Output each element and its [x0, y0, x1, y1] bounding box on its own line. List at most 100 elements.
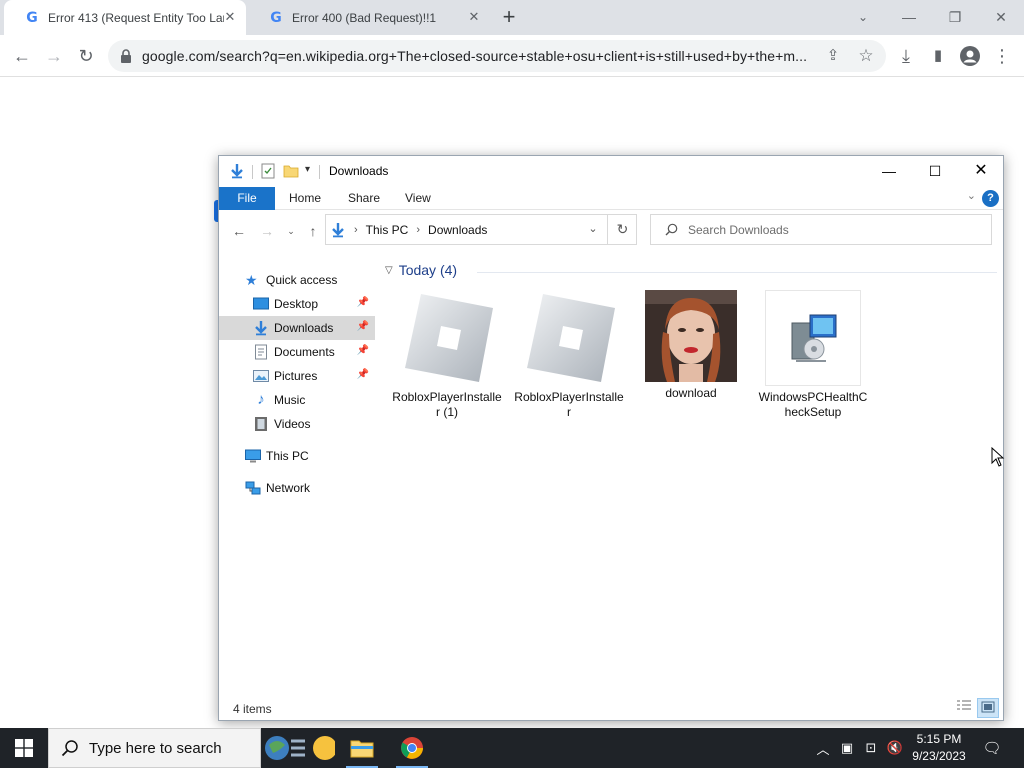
- address-history-dropdown-icon[interactable]: ⌄: [580, 215, 606, 244]
- share-icon[interactable]: ⇪: [821, 44, 845, 68]
- nav-item-network[interactable]: Network: [219, 476, 375, 500]
- restore-button[interactable]: ❐: [941, 5, 969, 29]
- address-bar[interactable]: google.com/search?q=en.wikipedia.org+The…: [108, 40, 886, 72]
- taskbar-search-text: Type here to search: [89, 739, 222, 757]
- breadcrumb-chevron-icon[interactable]: ›: [416, 224, 420, 236]
- chrome-taskbar-icon[interactable]: [388, 728, 436, 768]
- explorer-forward-button[interactable]: →: [259, 222, 275, 240]
- chrome-menu-icon[interactable]: ⋮: [988, 43, 1016, 69]
- taskbar-search-box[interactable]: Type here to search: [48, 728, 261, 768]
- status-item-count: 4 items: [233, 702, 272, 716]
- file-item[interactable]: RobloxPlayerInstaller: [513, 290, 625, 420]
- file-item[interactable]: WindowsPCHealthCheckSetup: [757, 290, 869, 420]
- customize-quick-access-icon[interactable]: ▾: [305, 164, 310, 175]
- downloads-location-icon: [332, 222, 344, 237]
- show-hidden-icons-chevron-icon[interactable]: ︿: [811, 728, 835, 768]
- back-button[interactable]: ←: [8, 43, 36, 69]
- breadcrumb-chevron-icon[interactable]: ›: [354, 224, 358, 236]
- close-window-button[interactable]: ✕: [987, 5, 1015, 29]
- explorer-minimize-button[interactable]: —: [866, 156, 912, 186]
- nav-item-music[interactable]: ♪ Music: [219, 388, 375, 412]
- file-list-area: ▽ Today (4) RobloxPlayerInstaller (1) Ro…: [381, 256, 1001, 686]
- network-icon: [245, 481, 261, 495]
- file-explorer-taskbar-icon[interactable]: [338, 728, 386, 768]
- file-name: RobloxPlayerInstaller (1): [392, 390, 502, 419]
- file-item[interactable]: RobloxPlayerInstaller (1): [391, 290, 503, 420]
- nav-label: Pictures: [274, 369, 318, 383]
- address-row: ← → ⌄ ↑ › This PC › Downloads ⌄ ↻: [219, 214, 1003, 246]
- tab-error-413[interactable]: G Error 413 (Request Entity Too Lar ✕: [4, 0, 246, 35]
- recent-locations-chevron-icon[interactable]: ⌄: [285, 222, 297, 240]
- ribbon-tab-home[interactable]: Home: [275, 187, 335, 210]
- bookmark-star-icon[interactable]: ☆: [854, 44, 878, 68]
- nav-item-documents[interactable]: Documents 📌: [219, 340, 375, 364]
- file-item[interactable]: download: [635, 290, 747, 401]
- ribbon-tab-share[interactable]: Share: [334, 187, 394, 210]
- roblox-installer-icon: [399, 290, 495, 386]
- collapse-group-chevron-icon[interactable]: ▽: [385, 265, 393, 276]
- ribbon-tab-view[interactable]: View: [391, 187, 445, 210]
- ribbon-tab-file[interactable]: File: [219, 187, 275, 210]
- nav-item-pictures[interactable]: Pictures 📌: [219, 364, 375, 388]
- properties-icon[interactable]: [261, 163, 275, 179]
- explorer-back-button[interactable]: ←: [231, 222, 247, 240]
- notification-center-icon[interactable]: 🗨: [980, 728, 1004, 768]
- nav-item-this-pc[interactable]: This PC: [219, 444, 375, 468]
- explorer-title-bar: ▾ Downloads — ☐ ✕: [219, 156, 1003, 187]
- explorer-maximize-button[interactable]: ☐: [912, 156, 958, 186]
- group-header-label: Today (4): [398, 262, 458, 278]
- group-header-today[interactable]: ▽ Today (4): [385, 262, 457, 278]
- system-clock[interactable]: 5:15 PM 9/23/2023: [906, 731, 972, 765]
- close-tab-icon[interactable]: ✕: [222, 9, 238, 25]
- minimize-button[interactable]: —: [895, 5, 923, 29]
- up-one-level-button[interactable]: ↑: [305, 222, 321, 240]
- expand-ribbon-chevron-icon[interactable]: ⌄: [967, 189, 976, 202]
- details-view-icon[interactable]: [953, 698, 975, 718]
- download-arrow-icon: [231, 164, 243, 179]
- refresh-button[interactable]: ↻: [607, 214, 637, 245]
- search-downloads-box[interactable]: [650, 214, 992, 245]
- google-favicon-icon: G: [26, 9, 38, 26]
- volume-muted-icon[interactable]: 🔇: [883, 728, 907, 768]
- nav-label: Downloads: [274, 321, 334, 335]
- forward-button[interactable]: →: [40, 43, 68, 69]
- tab-error-400[interactable]: G Error 400 (Bad Request)!!1 ✕: [248, 0, 490, 35]
- chrome-tab-strip: G Error 413 (Request Entity Too Lar ✕ G …: [0, 0, 1024, 35]
- tab-search-chevron-icon[interactable]: ⌄: [849, 5, 877, 29]
- pin-icon: 📌: [356, 369, 369, 380]
- file-name: WindowsPCHealthCheckSetup: [758, 390, 868, 419]
- chrome-toolbar: ← → ↻ google.com/search?q=en.wikipedia.o…: [0, 35, 1024, 77]
- windows-taskbar: Type here to search ︿ ▣ ⊡ 🔇 5:15 PM 9/23…: [0, 728, 1024, 768]
- pictures-icon: [253, 370, 269, 382]
- close-tab-icon[interactable]: ✕: [466, 9, 482, 25]
- pin-icon: 📌: [356, 321, 369, 332]
- tab-title: Error 413 (Request Entity Too Lar: [48, 10, 224, 25]
- downloads-icon: [255, 321, 267, 336]
- downloads-icon[interactable]: ⤓: [892, 43, 920, 69]
- pin-icon: 📌: [356, 345, 369, 356]
- new-folder-icon[interactable]: [283, 163, 299, 179]
- nav-item-videos[interactable]: Videos: [219, 412, 375, 436]
- news-widget-icon[interactable]: [264, 728, 336, 768]
- roblox-installer-icon: [521, 290, 617, 386]
- new-tab-button[interactable]: +: [497, 5, 521, 29]
- network-tray-icon[interactable]: ⊡: [859, 728, 883, 768]
- help-button[interactable]: ?: [982, 190, 999, 207]
- breadcrumb-downloads[interactable]: Downloads: [428, 223, 487, 237]
- title-separator: [319, 165, 320, 179]
- side-panel-icon[interactable]: ▮: [924, 43, 952, 69]
- start-button[interactable]: [0, 728, 48, 768]
- nav-item-desktop[interactable]: Desktop 📌: [219, 292, 375, 316]
- nav-item-downloads[interactable]: Downloads 📌: [219, 316, 375, 340]
- breadcrumb-this-pc[interactable]: This PC: [366, 223, 409, 237]
- nav-item-quick-access[interactable]: ★ Quick access: [219, 268, 375, 292]
- search-input[interactable]: [688, 222, 988, 237]
- explorer-close-button[interactable]: ✕: [958, 156, 1004, 186]
- profile-avatar-icon[interactable]: [956, 43, 984, 69]
- ribbon-tabs: File Home Share View ⌄ ?: [219, 187, 1003, 210]
- device-tray-icon[interactable]: ▣: [835, 728, 859, 768]
- large-icons-view-icon[interactable]: [977, 698, 999, 718]
- explorer-address-bar[interactable]: › This PC › Downloads ⌄: [325, 214, 637, 245]
- reload-button[interactable]: ↻: [72, 43, 100, 69]
- nav-label: This PC: [266, 449, 309, 463]
